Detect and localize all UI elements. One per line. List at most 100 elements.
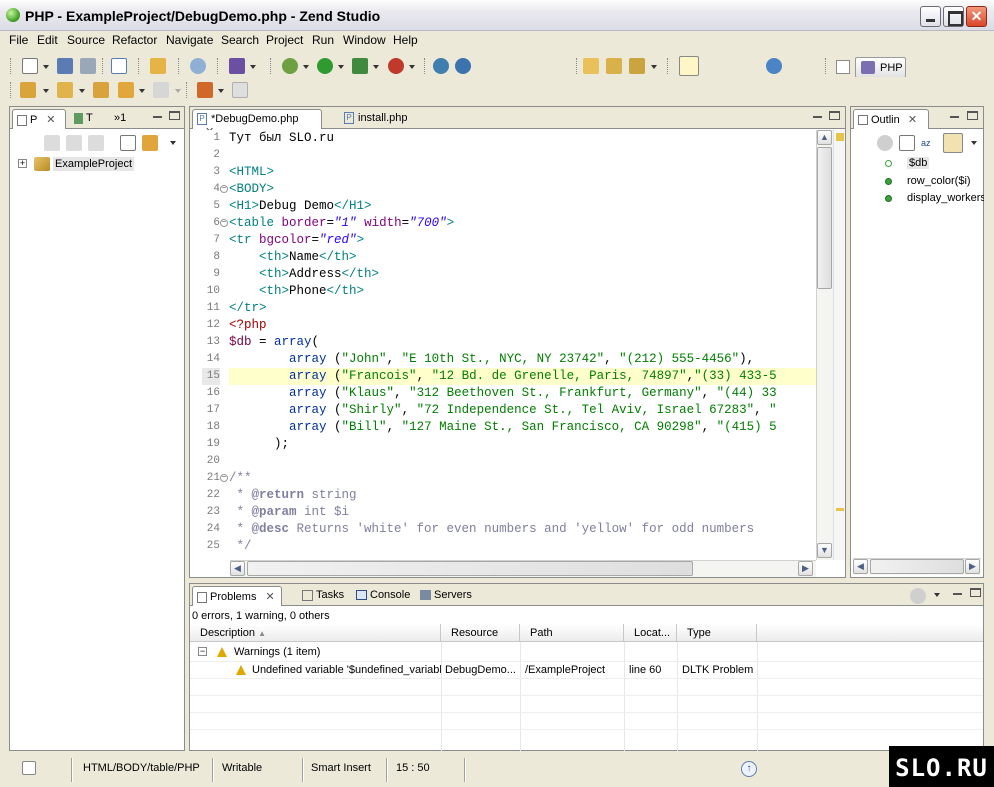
column-type[interactable]: Type (677, 624, 757, 642)
code-line[interactable]: array ("Shirly", "72 Independence St., T… (229, 402, 816, 419)
forward-arrow-icon[interactable] (153, 82, 169, 98)
overview-marker[interactable] (836, 508, 844, 511)
profile-icon[interactable] (229, 58, 245, 74)
scroll-thumb[interactable] (817, 147, 832, 289)
column-description[interactable]: Description ▲ (190, 624, 441, 642)
pin-editor-icon[interactable] (197, 82, 213, 98)
tab-servers[interactable]: Servers (416, 586, 476, 606)
up-icon[interactable] (88, 135, 104, 151)
code-line[interactable] (229, 453, 816, 470)
folding-ruler[interactable]: − − − (220, 130, 228, 560)
minimize-outline-icon[interactable] (949, 111, 960, 120)
code-line[interactable]: array ("Francois", "12 Bd. de Grenelle, … (229, 368, 816, 385)
code-line[interactable]: <?php (229, 317, 816, 334)
run-external-dropdown-arrow-icon[interactable] (373, 65, 379, 69)
column-resource[interactable]: Resource (441, 624, 520, 642)
maximize-button[interactable] (943, 6, 964, 27)
scroll-up-icon[interactable]: ▲ (817, 130, 832, 145)
fold-toggle-icon[interactable]: − (220, 219, 228, 227)
scroll-left-icon[interactable]: ◀ (853, 559, 868, 574)
minimize-editor-icon[interactable] (812, 111, 823, 120)
outline-horizontal-scrollbar[interactable]: ◀ ▶ (853, 558, 981, 575)
editor-vertical-scrollbar[interactable]: ▲ ▼ (816, 130, 833, 560)
code-line[interactable]: /** (229, 470, 816, 487)
warning-marker-icon[interactable] (836, 133, 844, 141)
menu-help[interactable]: Help (393, 33, 418, 47)
code-line[interactable]: * @return string (229, 487, 816, 504)
outline-item-display-workers[interactable]: display_workers (907, 192, 984, 204)
highlight-icon[interactable] (679, 56, 699, 76)
code-line[interactable]: $db = array( (229, 334, 816, 351)
next-annotation-icon[interactable] (20, 82, 36, 98)
code-line[interactable]: </tr> (229, 300, 816, 317)
problem-row[interactable]: Undefined variable '$undefined_variabl D… (190, 661, 983, 678)
outline-item-db[interactable]: $db (907, 157, 930, 169)
menu-project[interactable]: Project (266, 33, 303, 47)
forward-dropdown-icon[interactable] (175, 89, 181, 93)
fold-toggle-icon[interactable]: − (220, 474, 228, 482)
scroll-right-icon[interactable]: ▶ (798, 561, 813, 576)
tab-tasks[interactable]: Tasks (298, 586, 348, 606)
menu-run[interactable]: Run (312, 33, 334, 47)
tab-outline[interactable]: Outlin ✕ (853, 109, 929, 129)
code-line[interactable]: */ (229, 538, 816, 555)
code-line[interactable]: array ("John", "E 10th St., NYC, NY 2374… (229, 351, 816, 368)
view-menu-icon[interactable] (170, 141, 176, 145)
run-icon[interactable] (317, 58, 333, 74)
scroll-left-icon[interactable]: ◀ (230, 561, 245, 576)
close-tab-icon[interactable]: ✕ (46, 114, 55, 126)
tab-problems[interactable]: Problems ✕ (192, 586, 282, 606)
column-location[interactable]: Locat... (624, 624, 677, 642)
tab-overflow[interactable]: »1 (110, 109, 130, 129)
debug-dropdown-arrow-icon[interactable] (303, 65, 309, 69)
column-path[interactable]: Path (520, 624, 624, 642)
collapse-all-icon[interactable] (899, 135, 915, 151)
back-arrow-icon[interactable] (118, 82, 134, 98)
minimize-button[interactable] (920, 6, 941, 27)
code-line[interactable]: <th>Name</th> (229, 249, 816, 266)
wand-dropdown-arrow-icon[interactable] (651, 65, 657, 69)
world-icon[interactable] (766, 58, 782, 74)
editor-horizontal-scrollbar[interactable]: ◀ ▶ (230, 560, 816, 577)
pin-dropdown-icon[interactable] (218, 89, 224, 93)
menu-search[interactable]: Search (221, 33, 259, 47)
back-icon[interactable] (44, 135, 60, 151)
run-dropdown-arrow-icon[interactable] (338, 65, 344, 69)
code-line[interactable]: * @param int $i (229, 504, 816, 521)
sort-az-icon[interactable]: az (921, 135, 937, 151)
server-icon[interactable] (433, 58, 449, 74)
expand-icon[interactable]: + (18, 159, 27, 168)
outline-item-row-color[interactable]: row_color($i) (907, 175, 971, 187)
hide-fields-icon[interactable] (877, 135, 893, 151)
maximize-problems-icon[interactable] (970, 588, 981, 597)
menu-edit[interactable]: Edit (37, 33, 58, 47)
menu-window[interactable]: Window (343, 33, 386, 47)
problem-group-row[interactable]: − Warnings (1 item) (190, 644, 983, 661)
collapse-all-icon[interactable] (120, 135, 136, 151)
code-line[interactable] (229, 147, 816, 164)
close-button[interactable]: ✕ (966, 6, 987, 27)
last-edit-icon[interactable] (93, 82, 109, 98)
collapse-icon[interactable]: − (198, 647, 207, 656)
code-editor[interactable]: 1 2 3 4 5 6 7 8 9 10 11 12 13 14 15 16 17 18 19 20 21 22 23 24 2… (190, 130, 816, 560)
maximize-panel-icon[interactable] (169, 111, 180, 120)
minimize-panel-icon[interactable] (152, 111, 163, 120)
forward-icon[interactable] (66, 135, 82, 151)
code-line[interactable]: array ("Klaus", "312 Beethoven St., Fran… (229, 385, 816, 402)
menu-refactor[interactable]: Refactor (112, 33, 157, 47)
php-perspective-button[interactable]: PHP (855, 57, 906, 78)
minimize-problems-icon[interactable] (952, 588, 963, 597)
new-dropdown-arrow-icon[interactable] (43, 65, 49, 69)
code-line[interactable]: ); (229, 436, 816, 453)
code-line[interactable]: Тут был SLO.ru (229, 130, 816, 147)
code-line[interactable]: <th>Phone</th> (229, 283, 816, 300)
browser-icon[interactable] (190, 58, 206, 74)
filter-icon[interactable] (910, 588, 926, 604)
menu-file[interactable]: File (9, 33, 28, 47)
tab-package-explorer[interactable]: P ✕ (12, 109, 66, 129)
link-editor-icon[interactable] (142, 135, 158, 151)
globe-debug-icon[interactable] (455, 58, 471, 74)
print-icon[interactable] (80, 58, 96, 74)
scroll-down-icon[interactable]: ▼ (817, 543, 832, 558)
menu-navigate[interactable]: Navigate (166, 33, 213, 47)
